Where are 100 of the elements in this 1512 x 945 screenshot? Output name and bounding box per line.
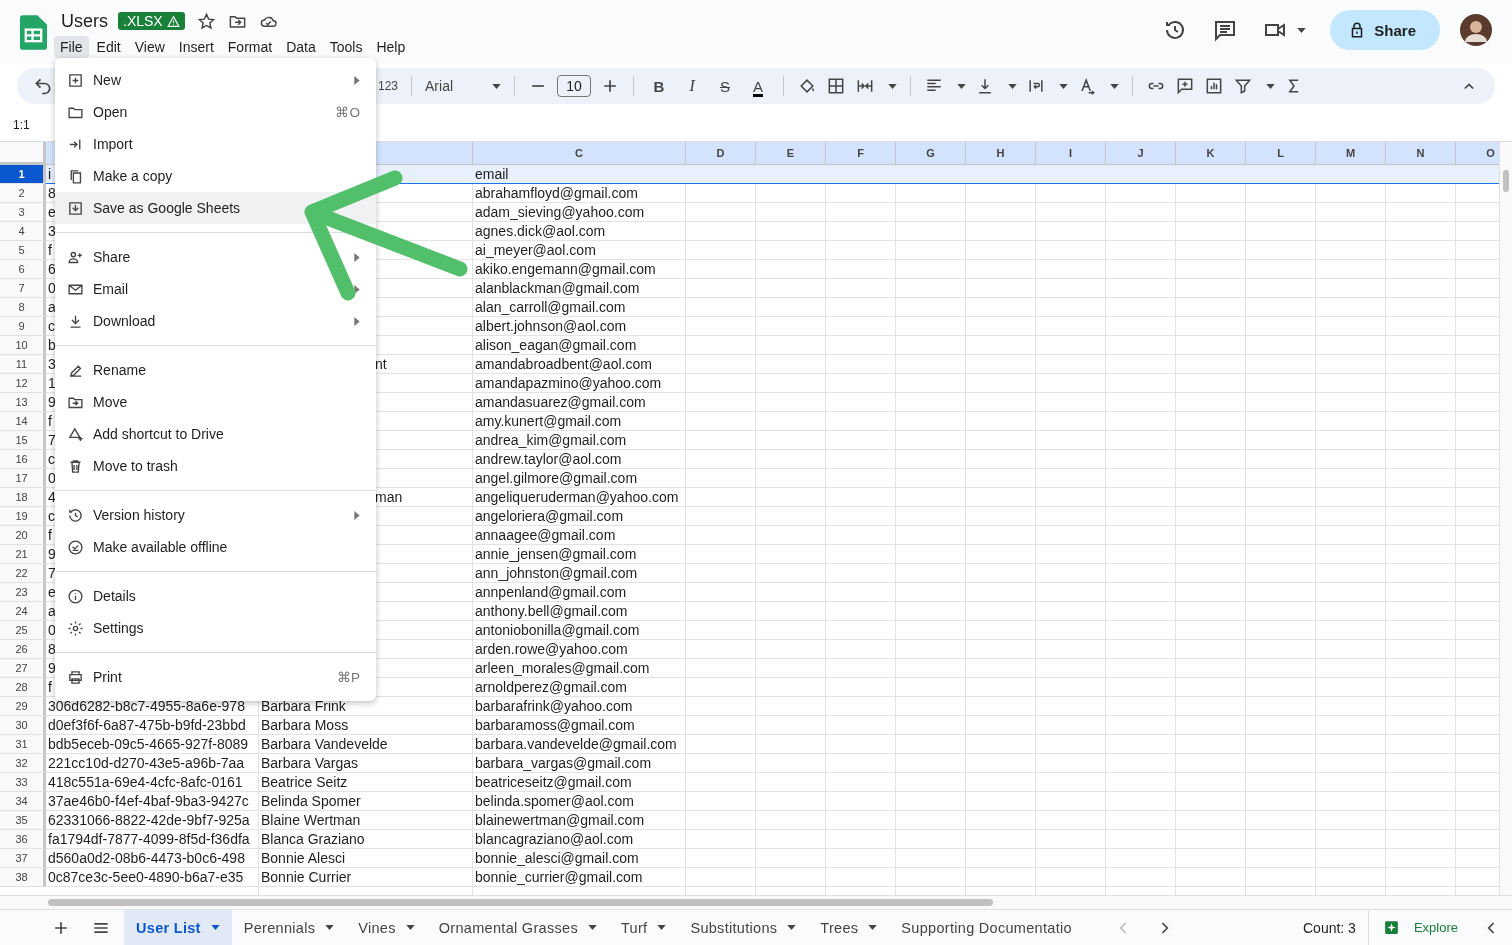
comment-icon[interactable] bbox=[1213, 18, 1238, 42]
row-header[interactable]: 3 bbox=[0, 203, 46, 222]
count-summary[interactable]: Count: 3 bbox=[1303, 919, 1356, 936]
row-header[interactable]: 22 bbox=[0, 564, 46, 583]
menu-bar-item[interactable]: Edit bbox=[90, 36, 127, 58]
column-header[interactable]: F bbox=[826, 142, 896, 165]
share-button[interactable]: Share bbox=[1330, 10, 1440, 50]
column-header[interactable]: N bbox=[1386, 142, 1456, 165]
star-icon[interactable] bbox=[196, 11, 216, 31]
row-header[interactable]: 35 bbox=[0, 811, 46, 830]
row-header[interactable]: 32 bbox=[0, 754, 46, 773]
row-header[interactable]: 29 bbox=[0, 697, 46, 716]
menu-item[interactable]: New bbox=[55, 64, 376, 96]
menu-item[interactable]: Email bbox=[55, 273, 376, 305]
row-header[interactable]: 30 bbox=[0, 716, 46, 735]
menu-item[interactable]: Move bbox=[55, 386, 376, 418]
horizontal-scrollbar[interactable] bbox=[48, 899, 993, 906]
row-header[interactable]: 31 bbox=[0, 735, 46, 754]
row-header[interactable]: 17 bbox=[0, 469, 46, 488]
vertical-scrollbar[interactable] bbox=[1499, 142, 1512, 895]
menu-bar-item[interactable]: Tools bbox=[323, 36, 369, 58]
menu-item[interactable]: Add shortcut to Drive bbox=[55, 418, 376, 450]
menu-bar-item[interactable]: File bbox=[54, 36, 89, 58]
row-header[interactable]: 4 bbox=[0, 222, 46, 241]
row-header[interactable]: 20 bbox=[0, 526, 46, 545]
document-title[interactable]: Users bbox=[61, 10, 108, 32]
row-header[interactable]: 38 bbox=[0, 868, 46, 887]
row-header[interactable]: 14 bbox=[0, 412, 46, 431]
row-header[interactable]: 33 bbox=[0, 773, 46, 792]
column-header[interactable]: K bbox=[1176, 142, 1246, 165]
menu-item[interactable]: Print ⌘P bbox=[55, 661, 376, 693]
row-header[interactable]: 16 bbox=[0, 450, 46, 469]
undo-icon[interactable] bbox=[33, 76, 53, 96]
sheet-tab[interactable]: Supporting Documentatio bbox=[889, 910, 1084, 945]
row-header[interactable]: 7 bbox=[0, 279, 46, 298]
font-dropdown[interactable]: Arial bbox=[425, 78, 502, 94]
row-header[interactable]: 6 bbox=[0, 260, 46, 279]
row-header[interactable]: 19 bbox=[0, 507, 46, 526]
row-header[interactable]: 13 bbox=[0, 393, 46, 412]
menu-item[interactable]: Import bbox=[55, 128, 376, 160]
format-button[interactable]: B bbox=[647, 77, 672, 95]
row-header[interactable]: 11 bbox=[0, 355, 46, 374]
sheet-tab[interactable]: Ornamental Grasses bbox=[426, 910, 609, 945]
explore-button[interactable]: Explore bbox=[1367, 910, 1472, 945]
format-button[interactable]: S bbox=[713, 77, 738, 95]
row-header[interactable]: 2 bbox=[0, 184, 46, 203]
format-button[interactable]: I bbox=[680, 76, 705, 96]
menu-item[interactable]: Make a copy bbox=[55, 160, 376, 192]
row-header[interactable]: 36 bbox=[0, 830, 46, 849]
row-header[interactable]: 37 bbox=[0, 849, 46, 868]
menu-item[interactable]: Open ⌘O bbox=[55, 96, 376, 128]
menu-bar-item[interactable]: Help bbox=[370, 36, 412, 58]
sheet-tab[interactable]: Turf bbox=[608, 910, 679, 945]
menu-item[interactable]: Version history bbox=[55, 499, 376, 531]
row-header[interactable]: 8 bbox=[0, 298, 46, 317]
row-header[interactable]: 23 bbox=[0, 583, 46, 602]
menu-bar-item[interactable]: Format bbox=[221, 36, 279, 58]
file-type-badge[interactable]: .XLSX bbox=[118, 12, 185, 30]
menu-item[interactable]: Settings bbox=[55, 612, 376, 644]
sheet-tab[interactable]: Substitutions bbox=[678, 910, 809, 945]
column-header[interactable]: O bbox=[1456, 142, 1499, 165]
menu-bar-item[interactable]: Insert bbox=[172, 36, 220, 58]
column-header[interactable]: I bbox=[1036, 142, 1106, 165]
row-header[interactable]: 28 bbox=[0, 678, 46, 697]
caret-icon[interactable] bbox=[1059, 83, 1069, 89]
menu-item[interactable]: Rename bbox=[55, 354, 376, 386]
format-button[interactable]: A bbox=[746, 77, 771, 95]
row-header[interactable]: 34 bbox=[0, 792, 46, 811]
filter-icon[interactable] bbox=[1233, 76, 1254, 96]
caret-icon[interactable] bbox=[1266, 83, 1276, 89]
sheet-tab[interactable]: Perennials bbox=[231, 910, 347, 945]
menu-bar-item[interactable]: View bbox=[128, 36, 171, 58]
row-header[interactable]: 10 bbox=[0, 336, 46, 355]
sheet-tab[interactable]: Vines bbox=[346, 910, 427, 945]
menu-item[interactable]: Share bbox=[55, 241, 376, 273]
row-header[interactable]: 12 bbox=[0, 374, 46, 393]
menu-item[interactable]: Move to trash bbox=[55, 450, 376, 482]
row-header[interactable]: 25 bbox=[0, 621, 46, 640]
font-size-field[interactable]: 10 bbox=[557, 75, 592, 97]
row-header[interactable]: 24 bbox=[0, 602, 46, 621]
column-header[interactable]: L bbox=[1246, 142, 1316, 165]
row-header[interactable]: 26 bbox=[0, 640, 46, 659]
row-header[interactable]: 9 bbox=[0, 317, 46, 336]
row-header[interactable]: 21 bbox=[0, 545, 46, 564]
caret-icon[interactable] bbox=[888, 83, 898, 89]
column-header[interactable]: M bbox=[1316, 142, 1386, 165]
name-box[interactable]: 1:1 bbox=[13, 117, 30, 132]
menu-item[interactable]: Download bbox=[55, 305, 376, 337]
column-header[interactable]: H bbox=[966, 142, 1036, 165]
caret-icon[interactable] bbox=[957, 83, 967, 89]
avatar[interactable] bbox=[1460, 14, 1492, 46]
caret-icon[interactable] bbox=[1008, 83, 1018, 89]
caret-icon[interactable] bbox=[1110, 83, 1120, 89]
column-header[interactable]: E bbox=[756, 142, 826, 165]
menu-item[interactable]: Make available offline bbox=[55, 531, 376, 563]
column-header[interactable]: J bbox=[1106, 142, 1176, 165]
spreadsheet-logo[interactable] bbox=[20, 15, 47, 50]
row-header[interactable]: 15 bbox=[0, 431, 46, 450]
column-header[interactable]: G bbox=[896, 142, 966, 165]
sheet-tab[interactable]: User List bbox=[124, 910, 232, 945]
